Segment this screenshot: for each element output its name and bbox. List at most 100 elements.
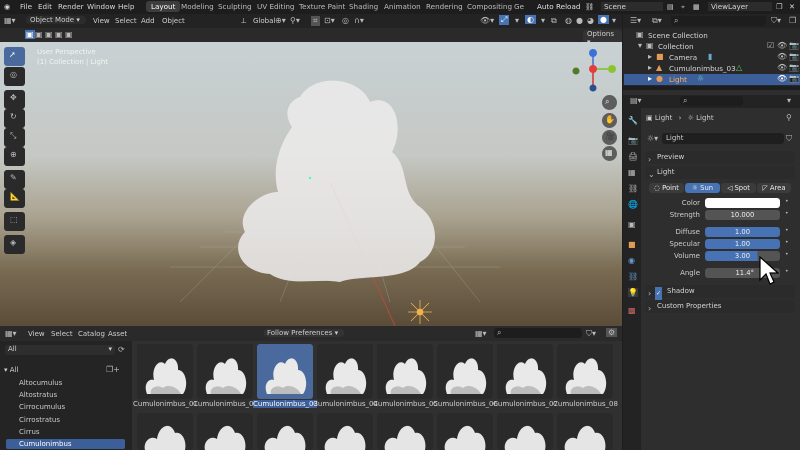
tab-shading[interactable]: Shading — [344, 1, 383, 12]
menu-render[interactable]: Render — [58, 2, 84, 11]
datablock-name-field[interactable]: Light — [662, 133, 784, 144]
strength-field[interactable]: 10.000 — [705, 210, 780, 220]
shading-dropdown-icon[interactable]: ▾ — [612, 16, 616, 25]
asset-thumbnail-row2[interactable] — [557, 413, 613, 450]
catalog-item[interactable]: Cirrostratus — [19, 416, 60, 424]
3d-viewport[interactable]: User Perspective (1) Collection | Light … — [0, 42, 622, 326]
color-swatch[interactable] — [705, 198, 780, 208]
asset-thumbnail[interactable] — [377, 344, 433, 399]
asset-label[interactable]: Cumulonimbus_02 — [193, 400, 258, 408]
new-collection-icon[interactable]: ❐ — [789, 16, 796, 25]
display-mode-icon[interactable]: ⧉▾ — [652, 16, 662, 26]
outliner-item-camera[interactable]: ▸ ■ Camera ▮ 👁 📷 — [624, 52, 800, 63]
filter-icon[interactable]: ⛉▾ — [771, 16, 781, 26]
keyframe-dot-icon[interactable]: • — [785, 239, 789, 246]
menu-object[interactable]: Object — [162, 17, 185, 25]
proportional-edit-icon[interactable]: ◎ — [342, 16, 349, 25]
catalog-item[interactable]: Cirrocumulus — [19, 403, 65, 411]
add-catalog-icon[interactable]: ❐+ — [106, 365, 120, 374]
asset-thumbnail-row2[interactable] — [437, 413, 493, 450]
asset-menu-catalog[interactable]: Catalog — [78, 330, 105, 338]
type-sun-button[interactable]: ☼ Sun — [685, 183, 720, 193]
extra-tool[interactable]: ◈ — [4, 235, 25, 254]
asset-thumbnail[interactable] — [497, 344, 553, 399]
preview-panel[interactable]: › Preview — [645, 151, 795, 164]
eye-icon[interactable]: 👁 — [777, 41, 787, 50]
outliner-item-cloud[interactable]: ▸ ▲ Cumulonimbus_03 △ 👁 📷 — [624, 63, 800, 74]
pin-icon[interactable]: ⚲ — [786, 113, 792, 122]
solid-shading-icon[interactable]: ● — [576, 16, 583, 25]
asset-thumbnail[interactable] — [437, 344, 493, 399]
properties-editor-icon[interactable]: ▤▾ — [630, 96, 642, 105]
mode-selector[interactable]: Object Mode ▾ — [26, 16, 86, 24]
keyframe-dot-icon[interactable]: • — [785, 268, 789, 275]
asset-thumbnail[interactable] — [317, 344, 373, 399]
custom-properties-panel[interactable]: › Custom Properties — [645, 300, 795, 313]
menu-help[interactable]: Help — [118, 2, 134, 11]
light-datablock-icon[interactable]: ☼▾ — [647, 134, 658, 143]
menu-edit[interactable]: Edit — [38, 2, 52, 11]
editor-type-icon[interactable]: ▦▾ — [4, 16, 16, 25]
menu-window[interactable]: Window — [87, 2, 115, 11]
menu-view[interactable]: View — [93, 17, 110, 25]
cloud-object[interactable] — [238, 80, 435, 283]
move-tool[interactable]: ✥ — [4, 90, 25, 109]
asset-menu-select[interactable]: Select — [51, 330, 73, 338]
keyframe-dot-icon[interactable]: • — [785, 198, 789, 205]
xray-icon[interactable]: ⧉ — [551, 16, 557, 26]
new-view-layer-icon[interactable]: ❐ — [776, 2, 782, 11]
asset-thumbnail-row2[interactable] — [497, 413, 553, 450]
asset-thumbnail-row2[interactable] — [257, 413, 313, 450]
type-spot-button[interactable]: ◁ Spot — [721, 183, 756, 193]
visibility-icon[interactable]: 👁▾ — [480, 16, 494, 25]
outliner-collection[interactable]: ▾ ▣ Collection ☑ 👁 📷 — [624, 41, 800, 52]
asset-menu-view[interactable]: View — [28, 330, 45, 338]
tab-geometry-nodes[interactable]: Ge — [509, 1, 529, 12]
tab-rendering[interactable]: Rendering — [421, 1, 468, 12]
asset-thumbnail[interactable] — [197, 344, 253, 399]
eye-icon[interactable]: 👁 — [777, 63, 787, 72]
select-subtract-icon[interactable]: ▣ — [45, 30, 53, 39]
asset-search-input[interactable]: ⌕ — [494, 328, 582, 338]
annotate-tool[interactable]: ✎ — [4, 170, 25, 189]
tab-texture-paint[interactable]: Texture Paint — [294, 1, 350, 12]
asset-label[interactable]: Cumulonimbus_05 — [373, 400, 438, 408]
import-method-selector[interactable]: Follow Preferences ▾ — [264, 329, 344, 337]
falloff-icon[interactable]: ∩▾ — [354, 16, 364, 25]
select-intersect-icon[interactable]: ▣ — [65, 30, 73, 39]
asset-settings-gear-icon[interactable]: ⚙ — [606, 328, 618, 337]
menu-select[interactable]: Select — [115, 17, 137, 25]
asset-thumbnail[interactable] — [257, 344, 313, 399]
snap-target-icon[interactable]: ⊡▾ — [324, 16, 335, 25]
select-difference-icon[interactable]: ▣ — [55, 30, 63, 39]
asset-label[interactable]: Cumulonimbus_01 — [133, 400, 198, 408]
properties-search-input[interactable]: ⌕ — [680, 96, 743, 106]
gizmo-icon[interactable]: ⤢ — [499, 15, 510, 25]
asset-thumbnail-row2[interactable] — [377, 413, 433, 450]
orientation-selector[interactable]: Global — [253, 17, 275, 25]
checkbox-icon[interactable]: ☑ — [767, 41, 774, 50]
type-point-button[interactable]: ◌ Point — [649, 183, 684, 193]
catalog-item[interactable]: Altostratus — [19, 391, 57, 399]
asset-thumbnail[interactable] — [137, 344, 193, 399]
output-tab-icon[interactable]: 🖨 — [628, 152, 638, 161]
eye-icon[interactable]: 👁 — [777, 74, 787, 83]
scene-tab-icon[interactable]: ⛓ — [628, 184, 638, 193]
rotate-tool[interactable]: ↻ — [4, 109, 25, 128]
measure-tool[interactable]: 📐 — [4, 189, 25, 208]
filter-icon[interactable]: ⛉▾ — [586, 329, 596, 339]
add-cube-tool[interactable]: ⬚ — [4, 212, 25, 231]
asset-label[interactable]: Cumulonimbus_06 — [433, 400, 498, 408]
texture-tab-icon[interactable]: ▩ — [628, 306, 636, 315]
menu-add[interactable]: Add — [141, 17, 155, 25]
fake-user-shield-icon[interactable]: ⛉ — [786, 134, 792, 144]
shadow-panel[interactable]: › ✓ Shadow — [645, 285, 795, 300]
catalog-item[interactable]: Altocumulus — [19, 379, 62, 387]
specular-slider[interactable]: 1.00 — [705, 239, 780, 249]
asset-label[interactable]: Cumulonimbus_07 — [493, 400, 558, 408]
asset-thumbnail-row2[interactable] — [137, 413, 193, 450]
asset-editor-type-icon[interactable]: ▦▾ — [5, 329, 17, 338]
camera-view-icon[interactable]: 🎥 — [602, 130, 617, 145]
outliner-search-input[interactable]: ⌕ — [671, 16, 766, 26]
light-data-tab-icon[interactable]: 💡 — [628, 288, 638, 297]
